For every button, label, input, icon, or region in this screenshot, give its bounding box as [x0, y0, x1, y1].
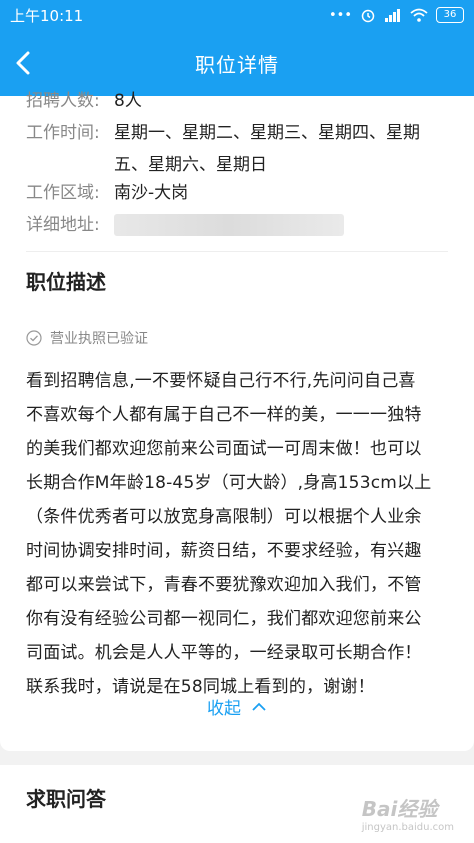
area-value: 南沙-大岗 [114, 183, 189, 203]
page-title: 职位详情 [195, 52, 279, 77]
job-description: 看到招聘信息,一不要怀疑自己行不行,先问问自己喜 不喜欢每个人都有属于自己不一样… [26, 364, 456, 704]
worktime-line2: 五、星期六、星期日 [114, 155, 267, 175]
address-redacted [114, 214, 344, 236]
cellular-signal-icon [385, 9, 400, 22]
battery-icon: 36 [436, 7, 464, 23]
desc-line: （条件优秀者可以放宽身高限制）可以根据个人业余 [26, 507, 422, 527]
worktime-line1: 星期一、星期二、星期三、星期四、星期 [114, 123, 420, 143]
desc-line: 的美我们都欢迎您前来公司面试一可周末做！也可以 [26, 439, 422, 459]
section-title-qa: 求职问答 [26, 787, 106, 811]
desc-line: 你有没有经验公司都一视同仁，我们都欢迎您前来公 [26, 609, 422, 629]
license-verified-text: 营业执照已验证 [50, 331, 148, 347]
job-detail-card: 招聘人数: 8人 工作时间: 星期一、星期二、星期三、星期四、星期 五、星期六、… [0, 91, 474, 751]
desc-line: 都可以来尝试下，青春不要犹豫欢迎加入我们，不管 [26, 575, 422, 595]
address-label: 详细地址: [26, 215, 100, 235]
watermark-sub: jingyan.baidu.com [361, 822, 454, 833]
chevron-up-icon [252, 702, 266, 711]
status-bar: 上午10:11 ••• 36 [0, 0, 474, 30]
headcount-label: 招聘人数: [26, 91, 100, 111]
desc-line: 不喜欢每个人都有属于自己不一样的美，一一一独特 [26, 405, 422, 425]
area-row: 工作区域: 南沙-大岗 [26, 178, 188, 208]
status-time: 上午10:11 [10, 6, 84, 25]
collapse-label: 收起 [207, 699, 241, 719]
worktime-row: 工作时间: 星期一、星期二、星期三、星期四、星期 五、星期六、星期日 [26, 116, 420, 180]
watermark-main: Bai经验 [361, 797, 438, 821]
headcount-row: 招聘人数: 8人 [26, 86, 142, 116]
desc-line: 长期合作M年龄18-45岁（可大龄）,身高153cm以上 [26, 473, 432, 493]
address-row: 详细地址: [26, 210, 344, 240]
check-circle-icon [26, 330, 42, 346]
wifi-icon [410, 8, 428, 22]
back-arrow-icon[interactable] [10, 48, 38, 78]
worktime-label: 工作时间: [26, 123, 100, 143]
qa-card: 求职问答 Bai经验 jingyan.baidu.com [0, 765, 474, 843]
divider [26, 251, 448, 252]
license-verified: 营业执照已验证 [26, 328, 148, 348]
signal-dots: ••• [328, 7, 352, 23]
alarm-icon [361, 9, 375, 23]
area-label: 工作区域: [26, 183, 100, 203]
baidu-watermark: Bai经验 jingyan.baidu.com [362, 793, 454, 833]
section-title-description: 职位描述 [26, 270, 106, 294]
collapse-button[interactable]: 收起 [0, 694, 474, 719]
desc-line: 司面试。机会是人人平等的，一经录取可长期合作！ [26, 643, 422, 663]
status-icons: ••• 36 [329, 7, 464, 23]
desc-line: 时间协调安排时间，薪资日结，不要求经验，有兴趣 [26, 541, 422, 561]
desc-line: 看到招聘信息,一不要怀疑自己行不行,先问问自己喜 [26, 371, 416, 391]
headcount-value: 8人 [114, 91, 142, 111]
